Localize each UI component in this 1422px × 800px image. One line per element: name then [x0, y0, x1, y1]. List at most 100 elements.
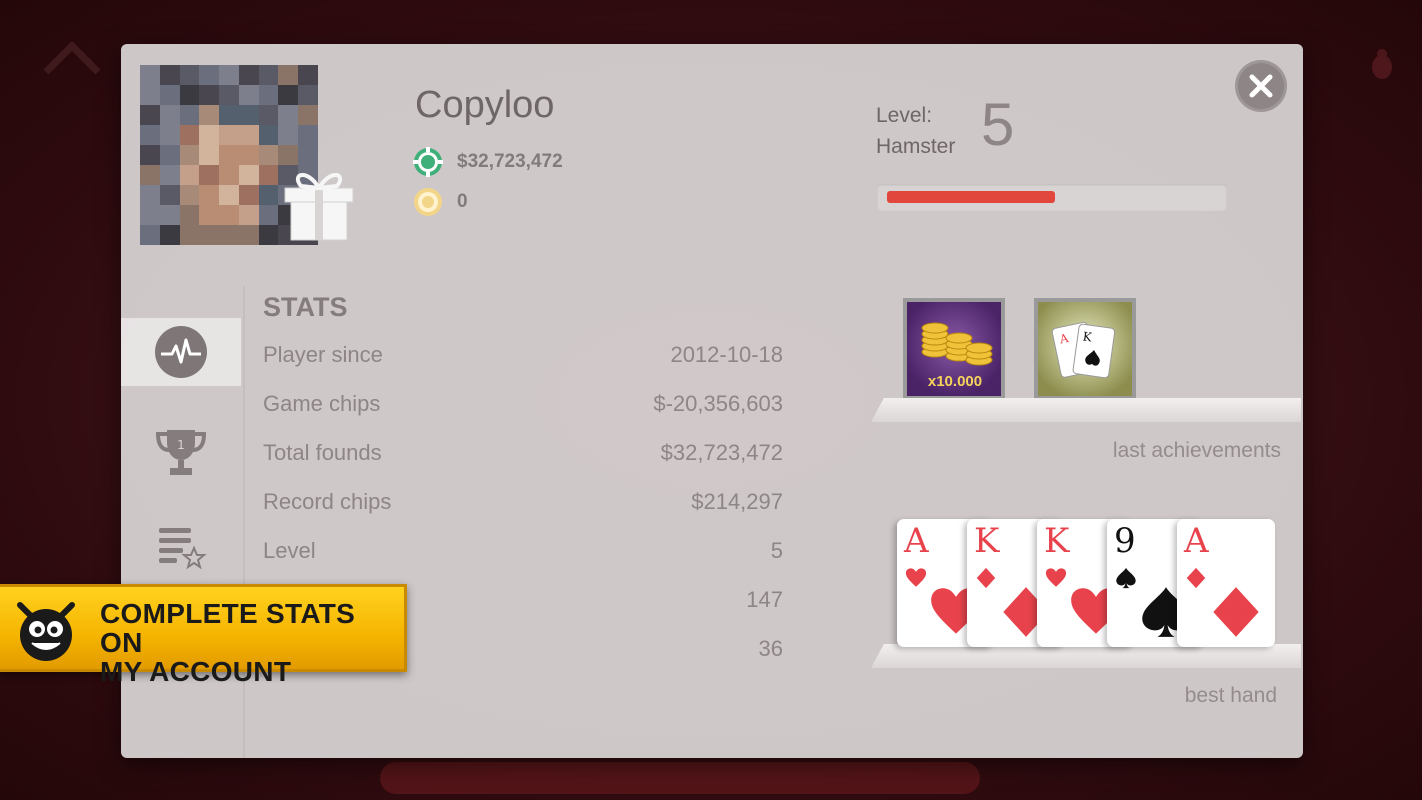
avatar-pixel — [179, 165, 201, 186]
stat-value: $-20,356,603 — [653, 391, 783, 416]
level-label-title: Level: — [876, 104, 933, 127]
avatar-pixel — [258, 85, 280, 106]
avatar-pixel — [238, 225, 260, 245]
hearts-suit-icon — [1045, 568, 1067, 587]
close-button[interactable] — [1235, 60, 1287, 112]
avatar-pixel — [159, 65, 181, 86]
list-star-icon — [159, 528, 207, 570]
diamonds-suit-icon — [1186, 567, 1206, 589]
mascot-icon — [17, 602, 75, 661]
avatar-pixel — [219, 145, 240, 166]
trophy-icon: 1 — [155, 430, 207, 475]
avatar-pixel — [238, 185, 260, 206]
gold-coins-icon: x10.000 — [921, 322, 993, 390]
poker-chip-icon — [413, 147, 443, 177]
avatar-pixel — [238, 125, 260, 146]
avatar-pixel — [298, 85, 318, 106]
hearts-suit-icon — [905, 568, 927, 587]
avatar-pixel — [179, 145, 201, 166]
card-rank: A — [1184, 521, 1209, 561]
avatar-pixel — [278, 125, 300, 146]
background-chat-bar — [380, 762, 980, 794]
avatar-pixel — [219, 205, 240, 226]
stat-row: Game chips $-20,356,603 — [263, 391, 783, 421]
stat-value: 2012-10-18 — [670, 342, 783, 367]
stat-row: Record chips $214,297 — [263, 489, 783, 519]
avatar-pixel — [238, 85, 260, 106]
avatar-pixel — [278, 65, 300, 86]
avatar-pixel — [199, 185, 221, 206]
diamonds-suit-icon — [976, 567, 996, 589]
avatar-pixel — [238, 105, 260, 126]
stat-value: 147 — [746, 587, 783, 612]
close-icon — [1249, 74, 1273, 98]
avatar-pixel — [238, 205, 260, 226]
gold-balance: 0 — [413, 187, 468, 217]
avatar-pixel — [159, 225, 181, 245]
stat-label: Game chips — [263, 391, 381, 416]
avatar-pixel — [159, 145, 181, 166]
avatar-pixel — [238, 145, 260, 166]
avatar-pixel — [278, 85, 300, 106]
avatar-pixel — [219, 85, 240, 106]
avatar-pixel — [199, 65, 221, 86]
avatar-pixel — [140, 125, 161, 146]
avatar-pixel — [238, 65, 260, 86]
avatar-pixel — [199, 165, 221, 186]
level-rank-name: Hamster — [876, 135, 956, 158]
bug-icon — [1372, 49, 1392, 79]
chips-value: $32,723,472 — [457, 151, 563, 172]
stat-row: Player since 2012-10-18 — [263, 342, 783, 372]
stat-label: Level — [263, 538, 316, 563]
complete-stats-banner[interactable]: COMPLETE STATS ON MY ACCOUNT — [0, 584, 407, 686]
player-name: Copyloo — [415, 84, 555, 126]
spades-suit-icon — [1116, 567, 1136, 589]
chips-balance: $32,723,472 — [413, 147, 563, 177]
avatar-pixel — [258, 105, 280, 126]
gift-icon[interactable] — [279, 158, 359, 242]
avatar-pixel — [140, 165, 161, 186]
avatar-pixel — [298, 105, 318, 126]
stat-value: $214,297 — [691, 489, 783, 514]
card-rank: K — [1044, 521, 1070, 561]
avatar-pixel — [219, 165, 240, 186]
avatar-pixel — [159, 165, 181, 186]
stat-value: 5 — [770, 538, 783, 563]
avatar-pixel — [179, 105, 201, 126]
sidebar-divider — [243, 286, 245, 758]
avatar-pixel — [298, 125, 318, 146]
avatar-pixel — [199, 205, 221, 226]
avatar-pixel — [278, 105, 300, 126]
avatar-pixel — [179, 85, 201, 106]
avatar-pixel — [159, 205, 181, 226]
banner-line-2: MY ACCOUNT — [100, 656, 292, 687]
achievement-gold-coins[interactable]: x10.000 — [903, 298, 1005, 400]
avatar-pixel — [258, 225, 280, 245]
avatar-pixel — [159, 125, 181, 146]
pulse-icon — [155, 326, 207, 378]
avatar-pixel — [159, 85, 181, 106]
avatar-pixel — [159, 105, 181, 126]
diamonds-suit-icon — [1213, 587, 1259, 637]
avatar-pixel — [179, 205, 201, 226]
best-hand-shelf — [871, 644, 1301, 668]
tab-favorites[interactable] — [121, 512, 241, 580]
avatar-pixel — [199, 105, 221, 126]
best-hand-caption: best hand — [1184, 684, 1277, 707]
avatar-pixel — [258, 125, 280, 146]
avatar-pixel — [140, 205, 161, 226]
avatar-pixel — [298, 65, 318, 86]
avatar-pixel — [219, 65, 240, 86]
stat-label: Total founds — [263, 440, 382, 465]
achievement-amount: x10.000 — [928, 373, 982, 390]
achievement-cards[interactable]: A K — [1034, 298, 1136, 400]
avatar-pixel — [219, 225, 240, 245]
avatar-pixel — [199, 125, 221, 146]
tab-stats[interactable] — [121, 318, 241, 386]
stat-row: Level 5 — [263, 538, 783, 568]
avatar-pixel — [140, 105, 161, 126]
avatar-pixel — [140, 65, 161, 86]
avatar-pixel — [219, 185, 240, 206]
gold-coin-icon — [414, 188, 442, 216]
tab-achievements[interactable]: 1 — [121, 418, 241, 486]
